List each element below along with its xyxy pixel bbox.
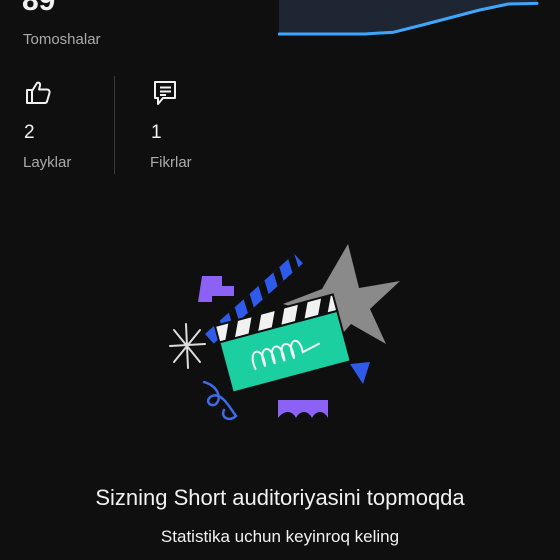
clapperboard-illustration (169, 244, 400, 421)
purple-scallop-shape (278, 400, 328, 418)
views-value: 89 (22, 0, 56, 17)
blue-triangle (350, 362, 370, 384)
comment-icon (154, 81, 176, 105)
comments-count: 1 (151, 122, 162, 143)
likes-stat: 2 Layklar (23, 78, 71, 171)
views-label: Tomoshalar (23, 31, 101, 48)
empty-state-title: Sizning Short auditoriyasini topmoqda (95, 485, 465, 510)
empty-state-subtitle: Statistika uchun keyinroq keling (160, 527, 400, 546)
stats-divider (114, 76, 115, 174)
purple-step-shape (198, 276, 234, 302)
likes-count: 2 (24, 122, 35, 143)
likes-label: Layklar (23, 154, 72, 171)
views-sparkline (278, 0, 539, 36)
thumbs-up-icon (26, 81, 51, 104)
comments-stat: 1 Fikrlar (150, 78, 192, 171)
sparkle-shape (169, 323, 206, 369)
comments-label: Fikrlar (150, 154, 192, 171)
